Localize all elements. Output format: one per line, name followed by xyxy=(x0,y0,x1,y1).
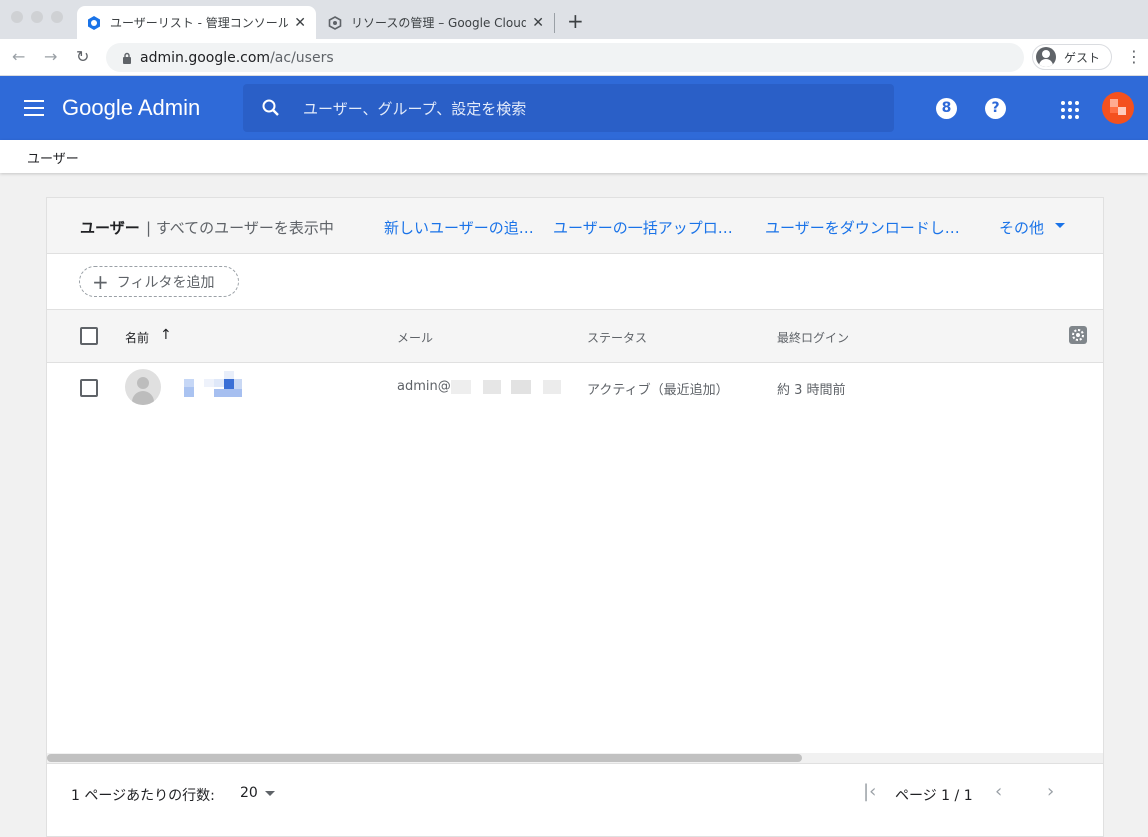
admin-header: Google Admin 8 ? xyxy=(0,76,1148,140)
url-field[interactable]: admin.google.com/ac/users xyxy=(106,43,1024,72)
user-status: アクティブ（最近追加） xyxy=(587,383,729,398)
add-filter-button[interactable]: + フィルタを追加 xyxy=(79,266,239,297)
pagination-footer: 1 ページあたりの行数: 20 |‹ ページ 1 / 1 ‹ › xyxy=(47,763,1103,824)
card-subtitle: | すべてのユーザーを表示中 xyxy=(146,219,334,237)
tab-close-icon[interactable]: ✕ xyxy=(294,15,306,31)
window-zoom-dot[interactable] xyxy=(51,11,63,23)
sort-ascending-icon[interactable]: ↑ xyxy=(160,327,172,343)
tab-divider xyxy=(554,13,555,33)
new-tab-button[interactable]: + xyxy=(567,9,584,33)
column-email[interactable]: メール xyxy=(397,329,433,346)
add-user-link[interactable]: 新しいユーザーの追… xyxy=(384,217,534,238)
profile-button[interactable]: ゲスト xyxy=(1032,44,1112,70)
rows-per-page-label: 1 ページあたりの行数: xyxy=(71,788,215,804)
tab-user-list[interactable]: ユーザーリスト - 管理コンソール ✕ xyxy=(77,6,316,39)
user-last-login: 約 3 時間前 xyxy=(777,383,846,398)
plus-icon: + xyxy=(92,269,109,294)
url-text: admin.google.com/ac/users xyxy=(140,50,334,66)
tab-cloud-resources[interactable]: リソースの管理 – Google Cloud P ✕ xyxy=(318,6,554,39)
apps-grid-icon[interactable] xyxy=(1061,101,1079,119)
admin-search[interactable] xyxy=(243,84,894,132)
download-users-link[interactable]: ユーザーをダウンロードし… xyxy=(765,217,960,238)
breadcrumb-bar: ユーザー xyxy=(0,140,1148,173)
users-card: ユーザー | すべてのユーザーを表示中 新しいユーザーの追… ユーザーの一括アッ… xyxy=(46,197,1104,837)
more-menu[interactable]: その他 xyxy=(999,217,1044,238)
tab-title: ユーザーリスト - 管理コンソール xyxy=(110,16,289,30)
breadcrumb[interactable]: ユーザー xyxy=(27,148,79,167)
column-settings-gear-icon[interactable] xyxy=(1069,326,1087,344)
google-admin-logo[interactable]: Google Admin xyxy=(62,95,200,121)
tab-title: リソースの管理 – Google Cloud P xyxy=(351,16,527,30)
admin-favicon-icon xyxy=(88,15,100,30)
reload-icon[interactable]: ↻ xyxy=(76,47,89,66)
column-name[interactable]: 名前 xyxy=(125,329,149,346)
search-icon xyxy=(262,99,279,116)
browser-tabstrip: ユーザーリスト - 管理コンソール ✕ リソースの管理 – Google Clo… xyxy=(0,0,1148,39)
first-page-icon[interactable]: |‹ xyxy=(863,781,876,802)
lock-icon xyxy=(123,52,131,64)
add-filter-label: フィルタを追加 xyxy=(116,274,215,291)
table-row[interactable]: admin@ アクティブ（最近追加） 約 3 時間前 xyxy=(47,363,1103,413)
window-minimize-dot[interactable] xyxy=(31,11,43,23)
more-caret-icon[interactable] xyxy=(1055,223,1065,228)
timer-icon[interactable]: 8 xyxy=(936,98,957,119)
guest-avatar-icon xyxy=(1036,47,1056,67)
forward-icon[interactable]: → xyxy=(44,47,57,66)
browser-menu-icon[interactable]: ⋮ xyxy=(1126,47,1142,66)
bulk-upload-link[interactable]: ユーザーの一括アップロ… xyxy=(553,217,733,238)
profile-label: ゲスト xyxy=(1064,50,1101,65)
user-avatar xyxy=(125,369,161,405)
rows-per-page-caret-icon[interactable] xyxy=(265,791,275,796)
address-bar: ← → ↻ admin.google.com/ac/users ゲスト ⋮ xyxy=(0,39,1148,76)
horizontal-scrollbar[interactable] xyxy=(47,753,1103,763)
column-last-login[interactable]: 最終ログイン xyxy=(777,329,849,346)
previous-page-icon[interactable]: ‹ xyxy=(995,781,1002,802)
search-input[interactable] xyxy=(301,96,865,122)
url-path: /ac/users xyxy=(270,49,334,66)
page-indicator: ページ 1 / 1 xyxy=(895,788,973,804)
account-avatar[interactable] xyxy=(1102,92,1134,124)
next-page-icon[interactable]: › xyxy=(1047,781,1054,802)
email-prefix: admin@ xyxy=(397,379,451,394)
cloud-favicon-icon xyxy=(328,15,342,30)
url-host: admin.google.com xyxy=(140,49,271,66)
column-status[interactable]: ステータス xyxy=(587,329,647,346)
rows-per-page-select[interactable]: 20 xyxy=(240,785,258,801)
card-header: ユーザー | すべてのユーザーを表示中 新しいユーザーの追… ユーザーの一括アッ… xyxy=(47,198,1103,254)
select-all-checkbox[interactable] xyxy=(80,327,98,345)
card-title: ユーザー xyxy=(80,219,140,237)
user-email: admin@ xyxy=(397,379,561,394)
window-close-dot[interactable] xyxy=(11,11,23,23)
main-menu-icon[interactable] xyxy=(24,100,44,116)
scrollbar-thumb[interactable] xyxy=(47,754,802,762)
help-icon[interactable]: ? xyxy=(985,98,1006,119)
filter-row: + フィルタを追加 xyxy=(47,254,1103,310)
row-checkbox[interactable] xyxy=(80,379,98,397)
tab-close-icon[interactable]: ✕ xyxy=(532,15,544,31)
back-icon[interactable]: ← xyxy=(12,47,25,66)
redacted-email-domain xyxy=(450,379,561,394)
table-header: 名前 ↑ メール ステータス 最終ログイン xyxy=(47,310,1103,363)
